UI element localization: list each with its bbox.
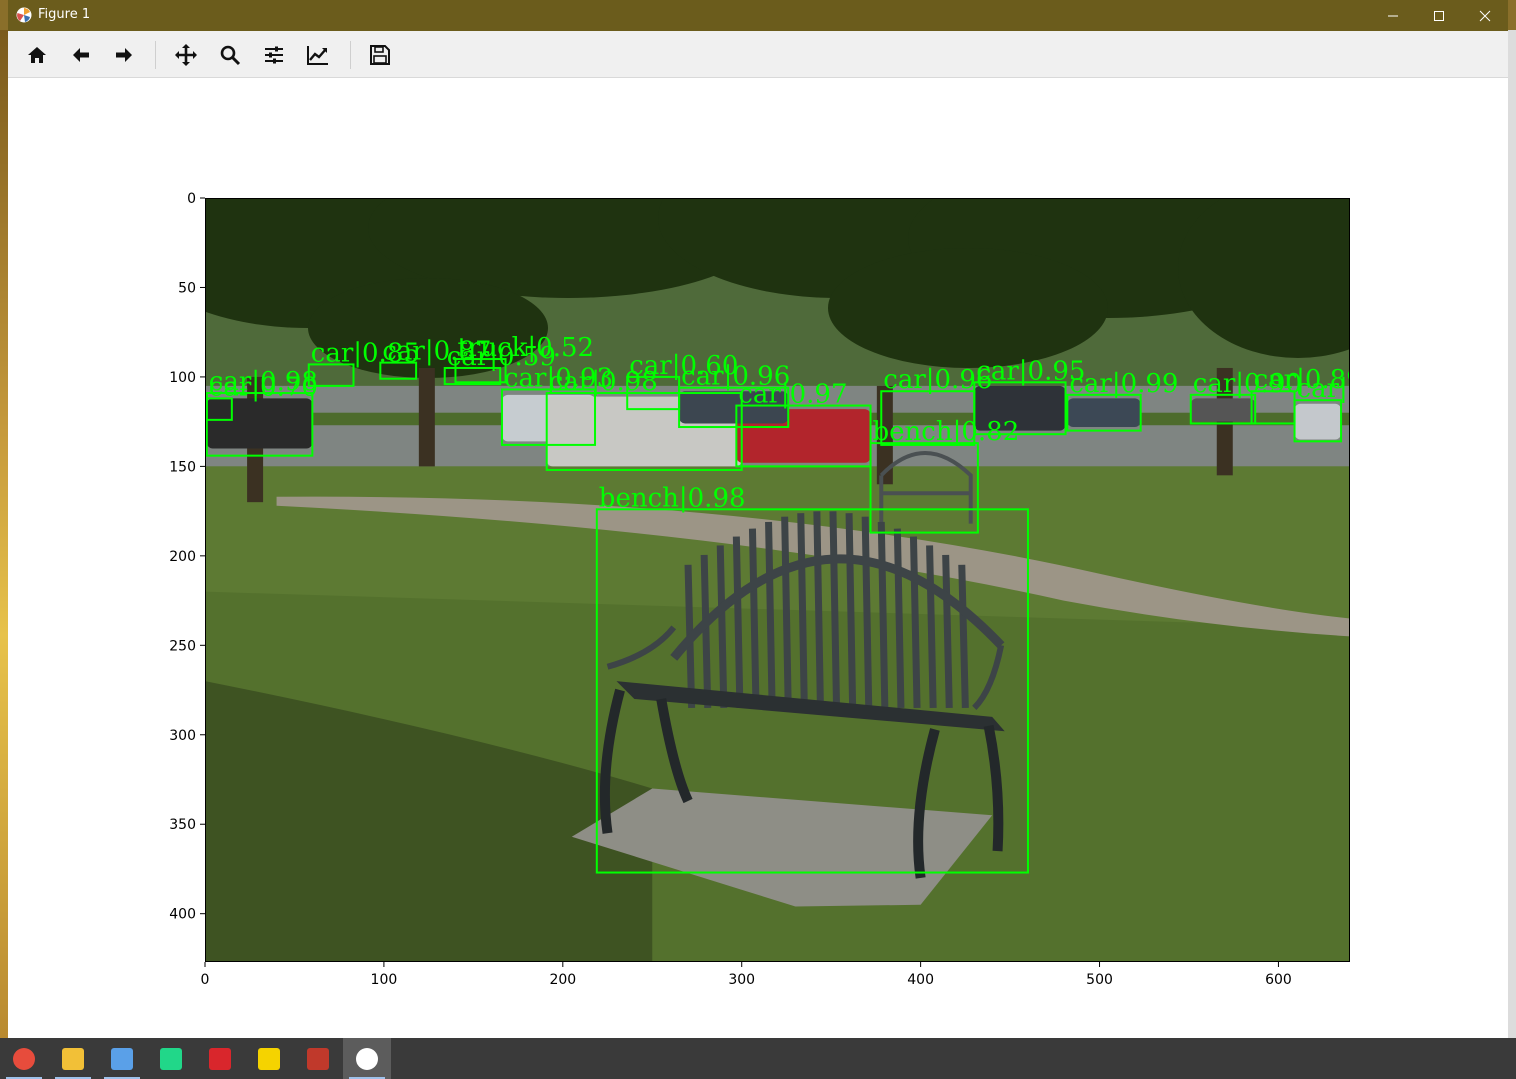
pycharm-icon: [160, 1047, 182, 1070]
chrome-icon: [13, 1047, 35, 1070]
detection-label: car|0.70: [209, 372, 318, 402]
figure-window: Figure 1 bench|0.98 bench|0.82 car|0.98 …: [8, 0, 1508, 1038]
configure-subplots-button[interactable]: [258, 39, 290, 71]
y-tick-label: 250: [169, 638, 196, 654]
x-tick-label: 300: [728, 972, 755, 988]
title-bar[interactable]: Figure 1: [8, 0, 1508, 31]
car: [206, 398, 313, 449]
car: [1294, 403, 1342, 440]
close-button[interactable]: [1462, 0, 1508, 31]
dictionary-icon: [209, 1047, 231, 1070]
zoom-button[interactable]: [214, 39, 246, 71]
home-icon: [28, 47, 46, 63]
taskbar-chrome[interactable]: [0, 1038, 48, 1079]
taskbar-youdao[interactable]: [196, 1038, 244, 1079]
tree-foliage: [828, 248, 1108, 368]
floppy-disk-icon: [370, 45, 390, 65]
y-tick-label: 50: [178, 280, 196, 296]
car: [1067, 398, 1141, 428]
desktop-left-edge: [0, 30, 8, 1038]
taskbar-image-viewer[interactable]: [98, 1038, 146, 1079]
move-icon: [175, 44, 197, 66]
matplotlib-icon: [16, 7, 32, 23]
tree-trunk: [418, 367, 435, 467]
forward-button[interactable]: [108, 39, 140, 71]
home-button[interactable]: [21, 39, 53, 71]
detection-label: car|0.60: [629, 351, 738, 381]
y-tick-label: 200: [169, 549, 196, 565]
y-axis: 0 50 100 150 200 250 300 350 400: [169, 191, 205, 923]
close-icon: [1479, 10, 1491, 21]
plot-area[interactable]: bench|0.98bench|0.82car|0.98 car|0.97car|…: [8, 78, 1508, 1038]
window-title: Figure 1: [38, 7, 91, 22]
minimize-icon: [1388, 15, 1398, 16]
minimize-button[interactable]: [1370, 0, 1416, 31]
x-tick-label: 0: [201, 972, 210, 988]
x-tick-label: 400: [907, 972, 934, 988]
magnifier-icon: [220, 45, 241, 66]
pan-button[interactable]: [170, 39, 202, 71]
powerpoint-icon: [307, 1047, 329, 1070]
save-button[interactable]: [364, 39, 396, 71]
y-tick-label: 100: [169, 370, 196, 386]
toolbar-separator: [155, 41, 156, 69]
y-tick-label: 400: [169, 907, 196, 923]
tree-foliage: [1178, 198, 1350, 358]
note-icon: [258, 1047, 280, 1070]
x-tick-label: 600: [1265, 972, 1292, 988]
maximize-icon: [1434, 10, 1444, 21]
taskbar-pycharm[interactable]: [147, 1038, 195, 1079]
x-tick-label: 500: [1086, 972, 1113, 988]
x-tick-label: 200: [549, 972, 576, 988]
detection-label: bench|0.82: [873, 417, 1020, 447]
detection-label: car|0.95: [976, 356, 1085, 386]
car: [1190, 398, 1256, 422]
image-icon: [111, 1047, 133, 1070]
x-tick-label: 100: [371, 972, 398, 988]
folder-icon: [62, 1047, 84, 1070]
navigation-toolbar: [8, 31, 1508, 78]
x-axis: 0 100 200 300 400 500 600: [201, 962, 1292, 988]
maximize-button[interactable]: [1416, 0, 1462, 31]
figure-canvas[interactable]: bench|0.98 bench|0.82 car|0.98 car|0.97 car|…: [8, 78, 1508, 1038]
arrow-right-icon: [116, 48, 132, 62]
detection-label: bench|0.98: [599, 483, 746, 513]
arrow-left-icon: [73, 48, 89, 62]
toolbar-separator: [350, 41, 351, 69]
taskbar-matplotlib[interactable]: [343, 1038, 391, 1079]
y-tick-label: 0: [187, 191, 196, 207]
detection-label: car|0.96: [883, 365, 992, 395]
y-tick-label: 350: [169, 817, 196, 833]
sliders-icon: [265, 46, 283, 64]
detection-label: car|0.91: [1297, 374, 1406, 404]
taskbar: [0, 1038, 1516, 1079]
taskbar-sticky-notes[interactable]: [245, 1038, 293, 1079]
taskbar-file-explorer[interactable]: [49, 1038, 97, 1079]
edit-axes-button[interactable]: [302, 39, 334, 71]
desktop-right-edge: [1508, 30, 1516, 1038]
matplotlib-icon: [356, 1047, 378, 1070]
y-tick-label: 300: [169, 728, 196, 744]
back-button[interactable]: [65, 39, 97, 71]
y-tick-label: 150: [169, 459, 196, 475]
chart-line-icon: [307, 46, 328, 65]
detection-label: truck|0.52: [457, 333, 594, 363]
taskbar-powerpoint[interactable]: [294, 1038, 342, 1079]
detection-label: car|0.99: [1069, 369, 1178, 399]
photo-image: [205, 198, 1350, 962]
